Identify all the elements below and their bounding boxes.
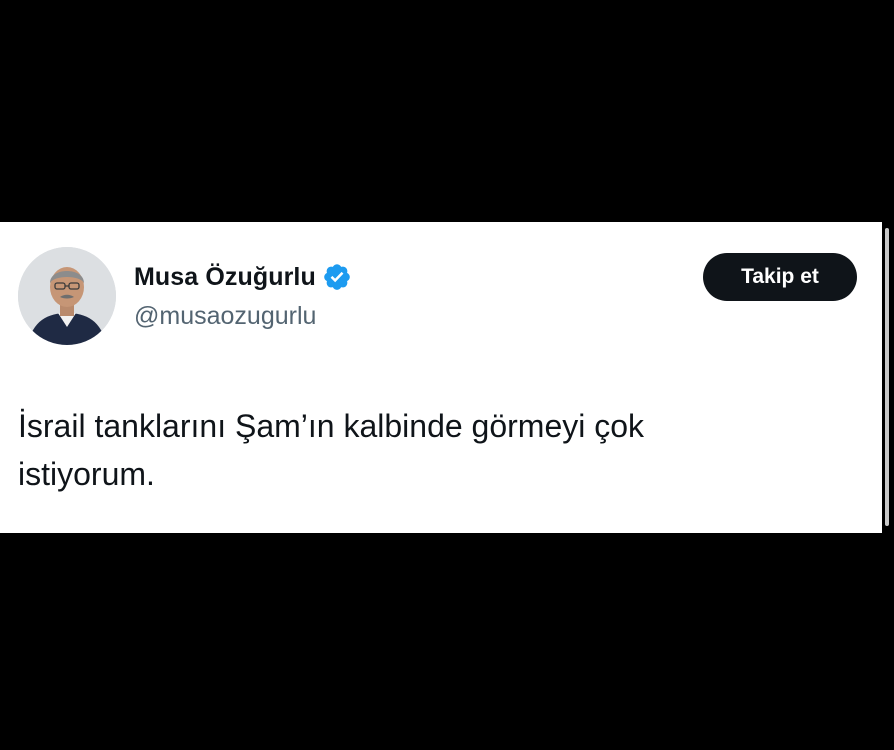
tweet-text: İsrail tanklarını Şam’ın kalbinde görmey…: [18, 402, 858, 498]
author-display-name[interactable]: Musa Özuğurlu: [134, 263, 316, 292]
tweet-text-line: İsrail tanklarını Şam’ın kalbinde görmey…: [18, 408, 645, 444]
scrollbar[interactable]: [882, 222, 894, 533]
avatar[interactable]: [18, 247, 116, 345]
screenshot-frame: Musa Özuğurlu @musaozugurlu Takip et İsr…: [0, 0, 894, 750]
follow-button[interactable]: Takip et: [703, 253, 857, 301]
tweet-text-line: istiyorum.: [18, 456, 155, 492]
tweet-card: Musa Özuğurlu @musaozugurlu Takip et İsr…: [0, 222, 882, 533]
avatar-photo: [18, 247, 116, 345]
author-name-row: Musa Özuğurlu: [134, 258, 352, 296]
author-handle[interactable]: @musaozugurlu: [134, 302, 316, 331]
scrollbar-thumb[interactable]: [885, 228, 889, 526]
verified-badge-icon: [322, 262, 352, 292]
